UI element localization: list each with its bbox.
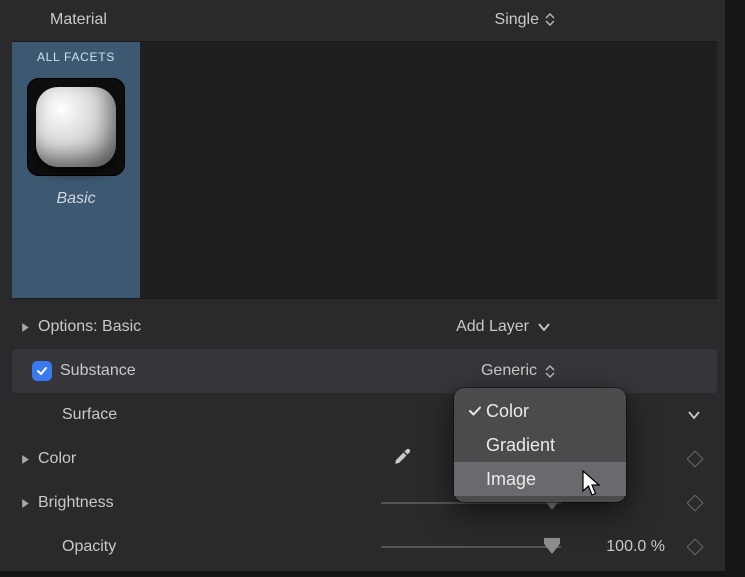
chevron-down-icon xyxy=(687,410,701,420)
chevron-down-icon xyxy=(537,322,551,332)
opacity-row: Opacity 100.0 % xyxy=(12,525,717,569)
checkmark-icon xyxy=(35,364,49,378)
facets-well: ALL FACETS Basic xyxy=(12,41,717,299)
disclosure-triangle-icon[interactable] xyxy=(12,454,38,465)
surface-value-popup[interactable] xyxy=(687,410,701,420)
keyframe-diamond[interactable] xyxy=(687,451,704,468)
substance-row: Substance Generic xyxy=(12,349,717,393)
eyedropper-icon xyxy=(392,447,412,467)
facet-name: Basic xyxy=(56,190,95,208)
slider-track xyxy=(381,502,561,504)
add-layer-button[interactable]: Add Layer xyxy=(456,318,551,336)
substance-checkbox[interactable] xyxy=(32,361,52,381)
options-row: Options: Basic Add Layer xyxy=(12,305,717,349)
add-layer-label: Add Layer xyxy=(456,318,529,336)
disclosure-triangle-icon[interactable] xyxy=(12,322,38,333)
slider-track xyxy=(381,546,561,548)
color-label: Color xyxy=(38,450,76,468)
options-label: Options: Basic xyxy=(38,318,141,336)
material-preview-icon xyxy=(36,87,116,167)
material-thumbnail[interactable] xyxy=(27,78,125,176)
material-header: Material Single xyxy=(0,2,725,37)
popup-arrows-icon xyxy=(545,365,555,378)
opacity-value[interactable]: 100.0 % xyxy=(585,538,665,556)
material-mode-popup[interactable]: Single xyxy=(495,11,555,29)
checkmark-icon xyxy=(464,403,486,419)
surface-option-label: Image xyxy=(486,469,536,490)
keyframe-diamond[interactable] xyxy=(687,495,704,512)
keyframe-diamond[interactable] xyxy=(687,539,704,556)
surface-option-label: Gradient xyxy=(486,435,555,456)
surface-label: Surface xyxy=(62,406,117,424)
material-label: Material xyxy=(50,11,107,29)
substance-value-popup[interactable]: Generic xyxy=(481,362,555,380)
substance-label: Substance xyxy=(60,362,136,380)
brightness-label: Brightness xyxy=(38,494,114,512)
substance-value: Generic xyxy=(481,362,537,380)
eyedropper-button[interactable] xyxy=(392,447,412,472)
material-mode-value: Single xyxy=(495,11,539,29)
surface-option-image[interactable]: Image xyxy=(454,462,626,496)
surface-option-gradient[interactable]: Gradient xyxy=(454,428,626,462)
opacity-slider[interactable] xyxy=(381,537,561,557)
surface-option-color[interactable]: Color xyxy=(454,394,626,428)
surface-dropdown[interactable]: Color Gradient Image xyxy=(454,388,626,502)
facet-item[interactable]: ALL FACETS Basic xyxy=(12,42,140,298)
opacity-label: Opacity xyxy=(62,538,116,556)
disclosure-triangle-icon[interactable] xyxy=(12,498,38,509)
surface-option-label: Color xyxy=(486,401,529,422)
facets-tab-label: ALL FACETS xyxy=(37,50,115,64)
slider-thumb-icon[interactable] xyxy=(544,538,560,554)
popup-arrows-icon xyxy=(545,13,555,26)
